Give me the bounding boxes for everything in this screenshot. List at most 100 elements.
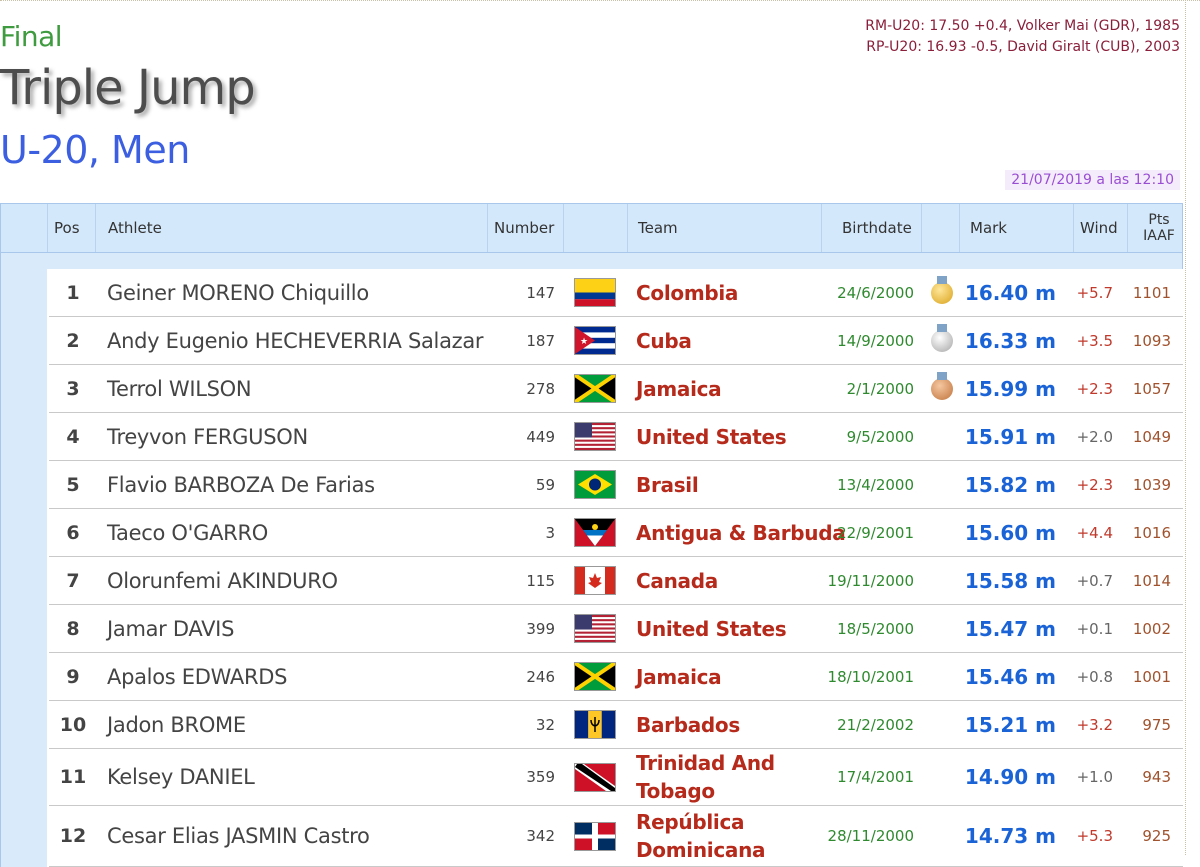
meeting-record: RP-U20: 16.93 -0.5, David Giralt (CUB), … (866, 39, 1180, 55)
header-birthdate[interactable]: Birthdate (821, 204, 921, 252)
table-row[interactable]: 7 Olorunfemi AKINDURO 115 Canada 19/11/2… (49, 557, 1183, 605)
antigua-flag (575, 509, 615, 556)
position: 5 (66, 473, 80, 496)
header-mark[interactable]: Mark (959, 204, 1073, 252)
athlete-name[interactable]: Kelsey DANIEL (107, 749, 255, 805)
team-name[interactable]: Barbados (636, 701, 740, 748)
team-name[interactable]: Antigua & Barbuda (636, 509, 846, 556)
medal-slot (927, 605, 957, 652)
birthdate: 24/6/2000 (837, 283, 914, 302)
header-flag (563, 204, 627, 252)
header-pos[interactable]: Pos (47, 204, 95, 252)
mark: 16.40 m (964, 280, 1056, 305)
top-divider (0, 0, 1200, 1)
table-gutter (1, 269, 47, 867)
jamaica-flag (575, 653, 615, 700)
header-athlete[interactable]: Athlete (95, 204, 487, 252)
medal-slot (927, 461, 957, 508)
athlete-name[interactable]: Terrol WILSON (107, 365, 252, 412)
wind: +3.2 (1076, 715, 1113, 734)
birthdate: 9/5/2000 (846, 427, 914, 446)
iaaf-points: 1101 (1132, 283, 1171, 302)
header-wind[interactable]: Wind (1073, 204, 1127, 252)
barbados-flag (575, 701, 615, 748)
birthdate: 19/11/2000 (827, 571, 914, 590)
medal-slot (927, 701, 957, 748)
athlete-name[interactable]: Jadon BROME (107, 701, 246, 748)
mark: 15.46 m (964, 664, 1056, 689)
table-row[interactable]: 8 Jamar DAVIS 399 United States 18/5/200… (49, 605, 1183, 653)
wind: +0.8 (1076, 667, 1113, 686)
team-name[interactable]: República Dominicana (636, 806, 776, 866)
table-row[interactable]: 4 Treyvon FERGUSON 449 United States 9/5… (49, 413, 1183, 461)
iaaf-points: 1001 (1132, 667, 1171, 686)
medal-slot (927, 413, 957, 460)
team-name[interactable]: Cuba (636, 317, 692, 364)
table-row[interactable]: 1 Geiner MORENO Chiquillo 147 Colombia 2… (49, 269, 1183, 317)
header-number[interactable]: Number (487, 204, 563, 252)
brazil-flag (575, 461, 615, 508)
team-name[interactable]: Jamaica (636, 653, 722, 700)
bib-number: 187 (526, 331, 555, 350)
bib-number: 3 (545, 523, 555, 542)
athlete-name[interactable]: Treyvon FERGUSON (107, 413, 308, 460)
records-box: RM-U20: 17.50 +0.4, Volker Mai (GDR), 19… (865, 16, 1180, 58)
team-name[interactable]: United States (636, 605, 787, 652)
event-datetime: 21/07/2019 a las 12:10 (1005, 170, 1180, 190)
athlete-name[interactable]: Apalos EDWARDS (107, 653, 287, 700)
bib-number: 32 (535, 715, 555, 734)
athlete-name[interactable]: Taeco O'GARRO (107, 509, 268, 556)
table-row[interactable]: 3 Terrol WILSON 278 Jamaica 2/1/2000 15.… (49, 365, 1183, 413)
birthdate: 18/5/2000 (837, 619, 914, 638)
iaaf-points: 1002 (1132, 619, 1171, 638)
wind: +0.7 (1076, 571, 1113, 590)
header-spacer (0, 253, 1183, 269)
table-body: 1 Geiner MORENO Chiquillo 147 Colombia 2… (0, 269, 1183, 867)
header-team[interactable]: Team (627, 204, 821, 252)
table-row[interactable]: 2 Andy Eugenio HECHEVERRIA Salazar 187 ★… (49, 317, 1183, 365)
usa-flag (575, 605, 615, 652)
silver-medal-icon (927, 317, 957, 364)
athlete-name[interactable]: Geiner MORENO Chiquillo (107, 269, 369, 316)
trinidad-flag (575, 749, 615, 805)
header-pts[interactable]: Pts IAAF (1127, 204, 1184, 252)
athlete-name[interactable]: Jamar DAVIS (107, 605, 234, 652)
phase-label: Final (0, 20, 63, 53)
team-name[interactable]: Jamaica (636, 365, 722, 412)
iaaf-points: 1057 (1132, 379, 1171, 398)
table-row[interactable]: 6 Taeco O'GARRO 3 Antigua & Barbuda 22/9… (49, 509, 1183, 557)
table-row[interactable]: 12 Cesar Elias JASMIN Castro 342 Repúbli… (49, 806, 1183, 867)
medal-slot (927, 557, 957, 604)
table-row[interactable]: 5 Flavio BARBOZA De Farias 59 Brasil 13/… (49, 461, 1183, 509)
position: 6 (66, 521, 80, 544)
medal-slot (927, 749, 957, 805)
team-name[interactable]: Canada (636, 557, 718, 604)
table-row[interactable]: 9 Apalos EDWARDS 246 Jamaica 18/10/2001 … (49, 653, 1183, 701)
position: 2 (66, 329, 80, 352)
medal-slot (927, 806, 957, 866)
birthdate: 21/2/2002 (837, 715, 914, 734)
right-divider (1185, 0, 1186, 855)
athlete-name[interactable]: Flavio BARBOZA De Farias (107, 461, 375, 508)
mark: 15.99 m (964, 376, 1056, 401)
wind: +3.5 (1076, 331, 1113, 350)
athlete-name[interactable]: Olorunfemi AKINDURO (107, 557, 338, 604)
position: 4 (66, 425, 80, 448)
team-name[interactable]: Trinidad And Tobago (636, 749, 776, 805)
table-row[interactable]: 10 Jadon BROME 32 Barbados 21/2/2002 15.… (49, 701, 1183, 749)
wind: +5.7 (1076, 283, 1113, 302)
birthdate: 28/11/2000 (827, 827, 914, 845)
results-table: Pos Athlete Number Team Birthdate Mark W… (0, 203, 1183, 867)
athlete-name[interactable]: Andy Eugenio HECHEVERRIA Salazar (107, 317, 484, 364)
bib-number: 359 (526, 768, 555, 786)
table-row[interactable]: 11 Kelsey DANIEL 359 Trinidad And Tobago… (49, 749, 1183, 806)
table-header: Pos Athlete Number Team Birthdate Mark W… (0, 203, 1183, 253)
mark: 15.82 m (964, 472, 1056, 497)
position: 8 (66, 617, 80, 640)
athlete-name[interactable]: Cesar Elias JASMIN Castro (107, 806, 370, 866)
team-name[interactable]: United States (636, 413, 787, 460)
team-name[interactable]: Colombia (636, 269, 738, 316)
team-name[interactable]: Brasil (636, 461, 699, 508)
mark: 14.90 m (964, 765, 1056, 789)
cuba-flag: ★ (575, 317, 615, 364)
